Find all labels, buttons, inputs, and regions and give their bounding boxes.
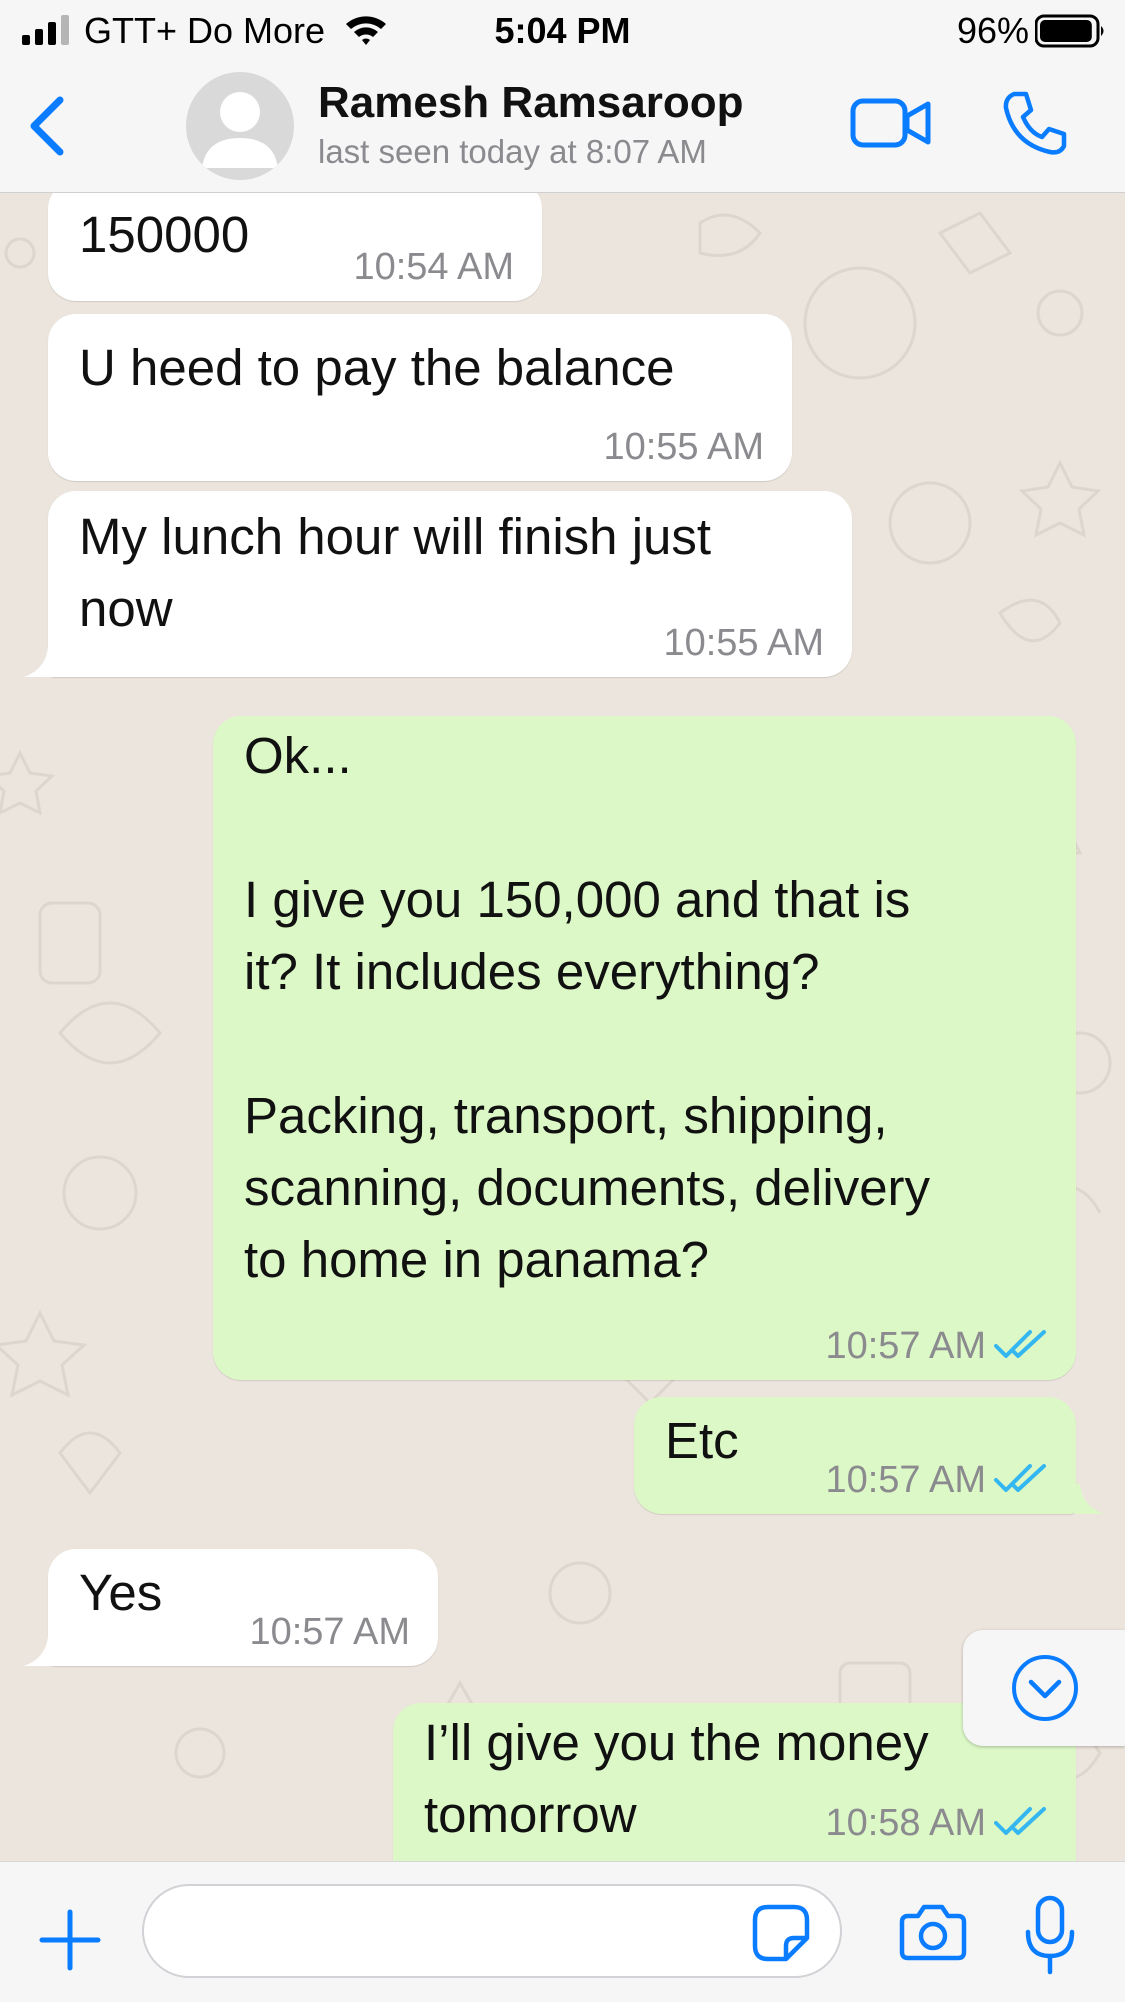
message-timestamp-with-status: 10:57 AM [825,1458,1048,1502]
double-check-icon [994,1807,1046,1835]
bubble-tail [24,1636,54,1666]
message-bubble-incoming[interactable]: Yes 10:57 AM [48,1549,438,1666]
message-bubble-outgoing[interactable]: Ok... I give you 150,000 and that is it?… [213,716,1076,1380]
video-call-icon[interactable] [850,92,932,154]
contact-name[interactable]: Ramesh Ramsaroop [318,78,743,128]
message-timestamp-with-status: 10:57 AM [825,1324,1048,1368]
battery-icon [1035,14,1104,48]
scroll-to-bottom-button[interactable] [963,1630,1125,1746]
last-seen-status: last seen today at 8:07 AM [318,133,707,170]
message-text: U heed to pay the balance [79,339,675,396]
message-timestamp: 10:55 AM [663,622,824,664]
message-timestamp: 10:54 AM [353,246,514,288]
plus-icon[interactable] [38,1908,102,1972]
message-timestamp: 10:55 AM [603,426,764,468]
battery-percent: 96% [956,10,1029,51]
message-input-bar [0,1861,1125,2002]
chat-area[interactable]: 150000 10:54 AM U heed to pay the balanc… [0,193,1125,1861]
phone-icon[interactable] [1000,88,1070,158]
camera-icon[interactable] [898,1902,968,1962]
message-timestamp: 10:57 AM [249,1611,410,1653]
message-text: My lunch hour will finish just now [79,508,712,637]
default-avatar-icon [202,92,278,168]
bubble-tail [1074,1484,1104,1514]
message-time: 10:58 AM [825,1802,986,1844]
message-text: Etc [665,1412,739,1469]
message-bubble-incoming[interactable]: 150000 10:54 AM [48,193,542,301]
message-bubble-incoming[interactable]: My lunch hour will finish just now 10:55… [48,491,852,677]
sticker-icon[interactable] [752,1904,810,1962]
message-input[interactable] [142,1884,842,1978]
message-text: Ok... I give you 150,000 and that is it?… [244,727,931,1288]
back-chevron-icon[interactable] [20,90,76,162]
message-bubble-outgoing[interactable]: Etc 10:57 AM [634,1397,1076,1514]
message-time: 10:57 AM [825,1325,986,1367]
message-text: Yes [79,1564,163,1621]
avatar[interactable] [186,72,294,180]
chat-header: Ramesh Ramsaroop last seen today at 8:07… [0,62,1125,193]
chevron-down-circle-icon [1012,1655,1078,1721]
double-check-icon [994,1464,1046,1492]
message-bubble-incoming[interactable]: U heed to pay the balance 10:55 AM [48,314,792,481]
message-time: 10:57 AM [825,1459,986,1501]
message-timestamp-with-status: 10:58 AM [825,1801,1048,1845]
status-bar: GTT+ Do More 5:04 PM 96% [0,0,1125,62]
bubble-tail [24,647,54,677]
message-text: 150000 [79,206,250,263]
double-check-icon [994,1330,1046,1358]
microphone-icon[interactable] [1022,1894,1078,1976]
